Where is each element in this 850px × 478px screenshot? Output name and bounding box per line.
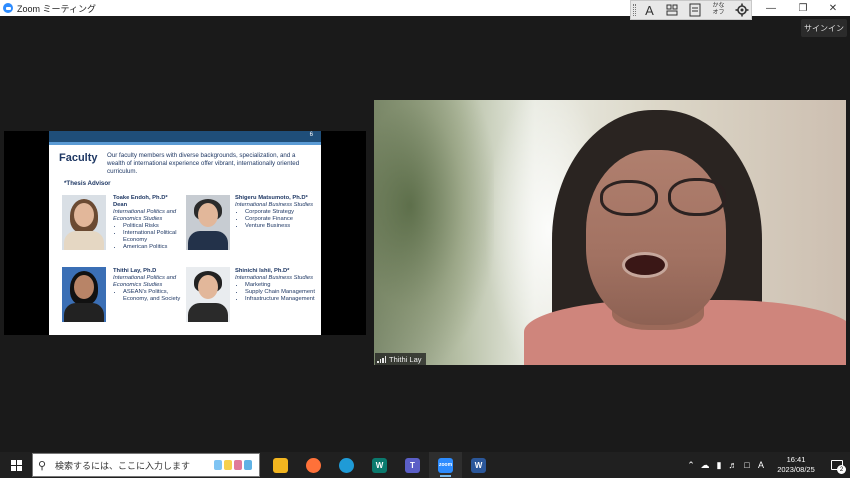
- edge-taskbar-button[interactable]: [330, 452, 363, 478]
- faculty-photo-ishii: [186, 267, 230, 322]
- start-button[interactable]: [0, 452, 32, 478]
- video-person-face: [586, 150, 726, 325]
- faculty-role: Dean: [113, 202, 128, 208]
- faculty-name: Thithi Lay, Ph.D: [113, 268, 157, 274]
- signin-button[interactable]: サインイン: [801, 19, 847, 37]
- input-mode-icon[interactable]: [663, 1, 682, 19]
- faculty-topic: Marketing: [245, 282, 319, 289]
- participant-name: Thithi Lay: [389, 354, 422, 364]
- firefox-taskbar-button[interactable]: [297, 452, 330, 478]
- video-person-glasses-left: [600, 180, 658, 216]
- faculty-topic: Supply Chain Management: [245, 289, 319, 296]
- system-tray: ⌃ ☁ ▮ ♬ □ A 16:41 2023/08/25 2: [684, 452, 850, 478]
- faculty-topic: International Political Economy: [123, 230, 183, 244]
- clock-date: 2023/08/25: [777, 465, 815, 474]
- word-taskbar-button[interactable]: W: [462, 452, 495, 478]
- volume-icon[interactable]: ♬: [726, 452, 740, 478]
- network-icon[interactable]: □: [740, 452, 754, 478]
- edge-icon: [339, 457, 354, 473]
- dictionary-icon[interactable]: [686, 1, 705, 19]
- minimize-button[interactable]: —: [754, 0, 788, 16]
- webex-taskbar-button[interactable]: W: [363, 452, 396, 478]
- notification-button[interactable]: 2: [824, 452, 850, 478]
- thesis-advisor-note: *Thesis Advisor: [64, 180, 111, 187]
- kana-label: かな: [712, 3, 725, 9]
- faculty-topic: Infrastructure Management: [245, 296, 319, 303]
- faculty-entry: Thithi Lay, Ph.D International Politics …: [113, 268, 183, 303]
- zoom-app-icon: [3, 3, 13, 13]
- usb-icon[interactable]: ▮: [712, 452, 726, 478]
- faculty-name: Shigeru Matsumoto, Ph.D*: [235, 195, 308, 201]
- faculty-topic: Political Risks: [123, 223, 183, 230]
- faculty-dept: International Politics and Economics Stu…: [113, 209, 177, 222]
- search-highlight-icon[interactable]: [210, 456, 256, 474]
- faculty-dept: International Politics and Economics Stu…: [113, 275, 177, 288]
- font-icon[interactable]: A: [640, 1, 659, 19]
- webex-icon: W: [372, 457, 387, 473]
- slide-page-number: 6: [309, 132, 313, 138]
- file-explorer-taskbar-button[interactable]: [264, 452, 297, 478]
- teams-taskbar-button[interactable]: T: [396, 452, 429, 478]
- windows-logo-icon: [10, 459, 22, 471]
- cloud-icon[interactable]: ☁: [698, 452, 712, 478]
- teams-icon: T: [405, 457, 420, 473]
- zoom-taskbar-button[interactable]: zoom: [429, 452, 462, 478]
- folder-icon: [273, 457, 288, 473]
- video-background-plant: [374, 100, 494, 365]
- participant-video[interactable]: Thithi Lay: [374, 100, 846, 365]
- slide: 6 Faculty Our faculty members with diver…: [49, 131, 321, 335]
- faculty-name: Toake Endoh, Ph.D*: [113, 195, 168, 201]
- taskbar-search-box[interactable]: ⚲ 検索するには、ここに入力します: [32, 453, 260, 477]
- faculty-dept: International Business Studies: [235, 275, 313, 281]
- faculty-topic: American Politics: [123, 244, 183, 251]
- faculty-dept: International Business Studies: [235, 202, 313, 208]
- faculty-name: Shinichi Ishii, Ph.D*: [235, 268, 290, 274]
- word-icon: W: [471, 457, 486, 473]
- faculty-topic: Corporate Finance: [245, 216, 319, 223]
- faculty-topic: ASEAN's Politics, Economy, and Society: [123, 289, 183, 303]
- video-person-mouth: [622, 252, 668, 278]
- ime-toolbar: A かな オフ: [630, 0, 752, 20]
- show-hidden-icons-chevron-icon[interactable]: ⌃: [684, 452, 698, 478]
- slide-intro: Our faculty members with diverse backgro…: [107, 152, 300, 175]
- search-icon: ⚲: [37, 459, 47, 472]
- zoom-icon: zoom: [438, 457, 453, 473]
- slide-accent-bar: [49, 142, 321, 145]
- taskbar-apps: W T zoom W: [264, 452, 495, 478]
- close-button[interactable]: ✕: [816, 0, 850, 16]
- settings-gear-icon[interactable]: [732, 1, 751, 19]
- signal-strength-icon: [377, 355, 386, 363]
- restore-button[interactable]: ❐: [786, 0, 820, 16]
- notification-count: 2: [837, 465, 846, 474]
- video-person-glasses-right: [668, 178, 726, 216]
- search-placeholder: 検索するには、ここに入力します: [55, 460, 191, 471]
- faculty-entry: Shinichi Ishii, Ph.D* International Busi…: [235, 268, 319, 303]
- clock[interactable]: 16:41 2023/08/25: [768, 455, 824, 475]
- faculty-topic: Venture Business: [245, 223, 319, 230]
- window-title: Zoom ミーティング: [17, 3, 96, 14]
- shared-screen[interactable]: 6 Faculty Our faculty members with diver…: [4, 131, 366, 335]
- clock-time: 16:41: [786, 455, 806, 464]
- firefox-icon: [306, 457, 321, 473]
- faculty-photo-matsumoto: [186, 195, 230, 250]
- faculty-entry: Toake Endoh, Ph.D* Dean International Po…: [113, 195, 183, 251]
- taskbar: ⚲ 検索するには、ここに入力します W T zoom W ⌃ ☁ ▮ ♬ □ A…: [0, 452, 850, 478]
- ime-indicator[interactable]: A: [754, 452, 768, 478]
- kana-off-label: オフ: [712, 10, 725, 16]
- toolbar-grip[interactable]: [633, 4, 636, 16]
- participant-name-label: Thithi Lay: [375, 353, 426, 365]
- faculty-entry: Shigeru Matsumoto, Ph.D* International B…: [235, 195, 319, 230]
- faculty-photo-endoh: [62, 195, 106, 250]
- slide-title: Faculty: [59, 152, 98, 164]
- slide-header-bar: [49, 131, 321, 142]
- faculty-topic: Corporate Strategy: [245, 209, 319, 216]
- kana-toggle[interactable]: かな オフ: [709, 1, 728, 19]
- faculty-photo-lay: [62, 267, 106, 322]
